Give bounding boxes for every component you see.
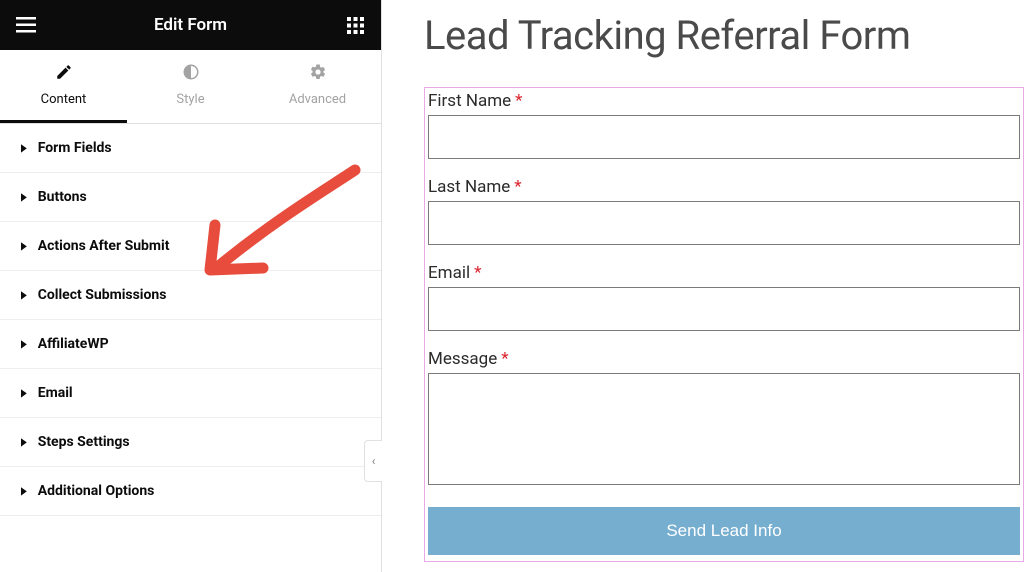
panel-tabs: Content Style Advanced: [0, 50, 381, 124]
field-label: Email*: [428, 263, 1020, 283]
caret-right-icon: ▶: [21, 143, 26, 154]
tab-label: Advanced: [289, 92, 346, 107]
pencil-icon: [55, 63, 73, 86]
caret-right-icon: ▶: [21, 241, 26, 252]
collapse-panel-button[interactable]: ‹: [364, 440, 382, 482]
section-label: Actions After Submit: [38, 238, 170, 254]
section-form-fields[interactable]: ▶ Form Fields: [0, 124, 381, 173]
apps-grid-icon[interactable]: [343, 13, 367, 37]
field-label-text: Last Name: [428, 177, 510, 197]
required-marker: *: [501, 349, 508, 369]
caret-right-icon: ▶: [21, 437, 26, 448]
caret-right-icon: ▶: [21, 388, 26, 399]
field-label: Message*: [428, 349, 1020, 369]
section-label: Form Fields: [38, 140, 112, 156]
contrast-icon: [182, 63, 200, 86]
section-label: Buttons: [38, 189, 87, 205]
sections-list: ▶ Form Fields ▶ Buttons ▶ Actions After Submi…: [0, 124, 381, 572]
caret-right-icon: ▶: [21, 486, 26, 497]
tab-advanced[interactable]: Advanced: [254, 50, 381, 123]
section-label: AffiliateWP: [38, 336, 109, 352]
section-label: Email: [38, 385, 73, 401]
section-label: Collect Submissions: [38, 287, 167, 303]
message-input[interactable]: [428, 373, 1020, 485]
required-marker: *: [515, 91, 522, 111]
section-email[interactable]: ▶ Email: [0, 369, 381, 418]
field-message: Message*: [428, 349, 1020, 489]
field-label-text: Email: [428, 263, 470, 283]
gear-icon: [309, 63, 327, 86]
tab-content[interactable]: Content: [0, 50, 127, 123]
tab-style[interactable]: Style: [127, 50, 254, 123]
section-label: Additional Options: [38, 483, 155, 499]
section-affiliatewp[interactable]: ▶ AffiliateWP: [0, 320, 381, 369]
field-label: First Name*: [428, 91, 1020, 111]
required-marker: *: [474, 263, 481, 283]
section-label: Steps Settings: [38, 434, 130, 450]
tab-label: Style: [176, 92, 204, 107]
hamburger-icon[interactable]: [14, 13, 38, 37]
tab-label: Content: [41, 92, 87, 107]
section-actions-after-submit[interactable]: ▶ Actions After Submit: [0, 222, 381, 271]
panel-title: Edit Form: [38, 15, 343, 35]
field-last-name: Last Name*: [428, 177, 1020, 245]
field-email: Email*: [428, 263, 1020, 331]
form-preview: Lead Tracking Referral Form First Name*L…: [382, 0, 1024, 572]
field-first-name: First Name*: [428, 91, 1020, 159]
chevron-left-icon: ‹: [372, 454, 376, 468]
section-buttons[interactable]: ▶ Buttons: [0, 173, 381, 222]
submit-button[interactable]: Send Lead Info: [428, 507, 1020, 555]
form-container: First Name*Last Name*Email*Message*Send …: [424, 87, 1024, 562]
email-input[interactable]: [428, 287, 1020, 331]
section-additional-options[interactable]: ▶ Additional Options: [0, 467, 381, 516]
first-name-input[interactable]: [428, 115, 1020, 159]
field-label-text: First Name: [428, 91, 511, 111]
last-name-input[interactable]: [428, 201, 1020, 245]
section-collect-submissions[interactable]: ▶ Collect Submissions: [0, 271, 381, 320]
caret-right-icon: ▶: [21, 339, 26, 350]
caret-right-icon: ▶: [21, 192, 26, 203]
editor-panel: Edit Form Content Style Advanc: [0, 0, 382, 572]
form-title: Lead Tracking Referral Form: [424, 12, 1024, 59]
field-label-text: Message: [428, 349, 497, 369]
panel-header: Edit Form: [0, 0, 381, 50]
required-marker: *: [514, 177, 521, 197]
caret-right-icon: ▶: [21, 290, 26, 301]
field-label: Last Name*: [428, 177, 1020, 197]
section-steps-settings[interactable]: ▶ Steps Settings: [0, 418, 381, 467]
